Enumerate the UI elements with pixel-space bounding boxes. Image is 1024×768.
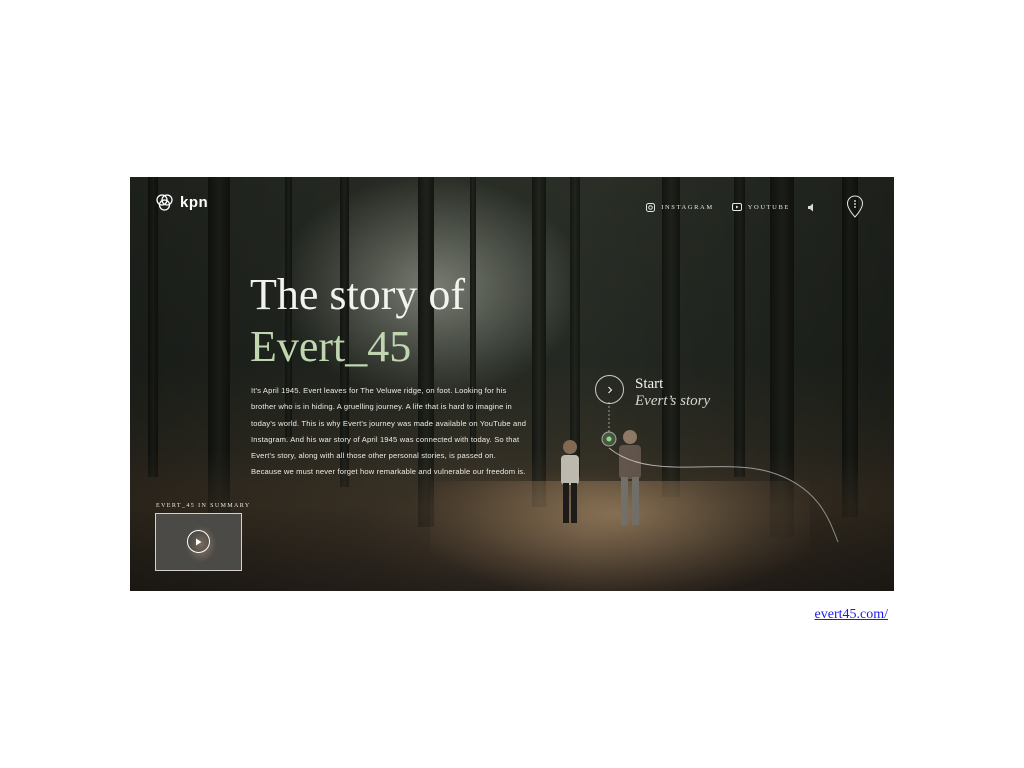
play-button[interactable] bbox=[187, 530, 210, 553]
intro-line: Because we must never forget how remarka… bbox=[251, 467, 526, 477]
intro-line: Evert's story, along with all those othe… bbox=[251, 451, 496, 461]
youtube-link[interactable]: YOUTUBE bbox=[731, 203, 790, 211]
instagram-label: INSTAGRAM bbox=[661, 203, 714, 211]
youtube-icon bbox=[731, 203, 742, 211]
intro-line: brother who is in hiding. A gruelling jo… bbox=[251, 402, 512, 412]
source-url-link[interactable]: evert45.com/ bbox=[815, 607, 888, 623]
map-pin-icon[interactable] bbox=[846, 195, 864, 219]
intro-paragraph: It's April 1945. Evert leaves for The Ve… bbox=[251, 383, 561, 481]
title-line-1: The story of bbox=[250, 270, 466, 319]
intro-line: Instagram. And his war story of April 19… bbox=[251, 434, 520, 444]
hero-title: The story of Evert_45 bbox=[250, 269, 465, 373]
instagram-link[interactable]: INSTAGRAM bbox=[646, 202, 714, 212]
title-line-2: Evert_45 bbox=[250, 322, 412, 371]
speaker-icon[interactable] bbox=[808, 203, 816, 212]
play-icon bbox=[196, 538, 202, 545]
start-label: Start bbox=[635, 376, 664, 392]
intro-line: It's April 1945. Evert leaves for The Ve… bbox=[251, 386, 507, 395]
summary-label: EVERT_45 IN SUMMARY bbox=[156, 503, 251, 509]
youtube-label: YOUTUBE bbox=[747, 203, 790, 211]
instagram-icon bbox=[646, 202, 656, 212]
summary-video-thumbnail[interactable] bbox=[155, 513, 242, 571]
intro-line: today's world. This is why Evert's journ… bbox=[251, 418, 527, 428]
start-story-button[interactable] bbox=[595, 375, 624, 404]
logo-text: kpn bbox=[180, 193, 209, 211]
top-nav: INSTAGRAM YOUTUBE bbox=[646, 195, 864, 219]
kpn-logo[interactable]: kpn bbox=[154, 191, 208, 213]
kpn-logo-icon bbox=[156, 194, 173, 211]
website-screenshot: kpn INSTAGRAM YOUTUBE The story of Evert… bbox=[130, 177, 894, 591]
story-label: Evert’s story bbox=[635, 393, 711, 409]
start-story-link[interactable]: Start Evert’s story bbox=[635, 376, 710, 410]
chevron-right-icon bbox=[607, 386, 612, 393]
